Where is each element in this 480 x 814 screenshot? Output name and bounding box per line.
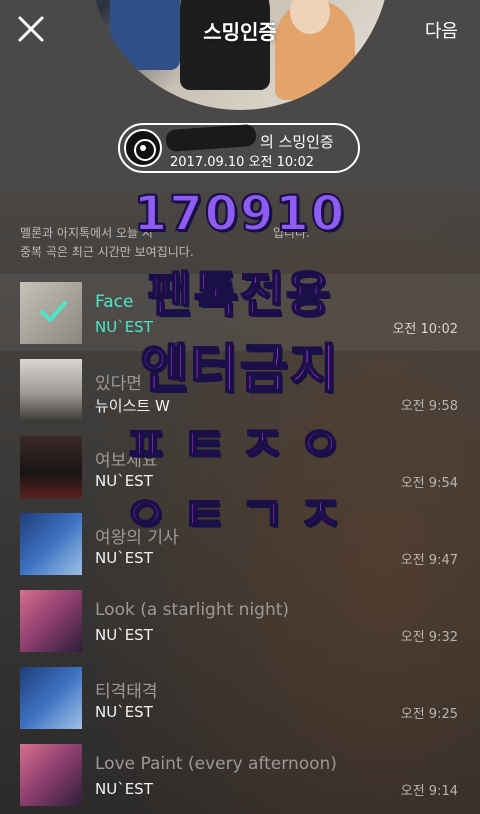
song-artist: NU`EST [95, 780, 153, 798]
album-thumbnail [20, 744, 82, 806]
song-time: 오전 9:32 [400, 630, 458, 645]
overlay-line-2: 팬톡전용 [147, 266, 333, 324]
badge-date: 2017.09.10 오전 10:02 [170, 155, 315, 170]
overlay-line-5: ㅇㅌㄱㅈ [123, 486, 357, 544]
song-artist: NU`EST [95, 549, 153, 567]
badge-title: 의 스밍인증 [260, 133, 334, 151]
album-thumbnail [20, 667, 82, 729]
song-artist: NU`EST [95, 626, 153, 644]
song-row[interactable]: Look (a starlight night) NU`EST 오전 9:32 [0, 582, 480, 659]
song-title: Love Paint (every afternoon) [95, 754, 337, 774]
cover-figure [180, 0, 270, 90]
song-row[interactable]: 티격태격 NU`EST 오전 9:25 [0, 659, 480, 736]
redacted-name [165, 123, 257, 153]
song-time: 오전 9:47 [400, 553, 458, 568]
song-title: 티격태격 [95, 682, 158, 702]
song-time: 오전 9:14 [400, 784, 458, 799]
song-artist: NU`EST [95, 703, 153, 721]
cover-title: 스밍인증 [203, 20, 277, 44]
next-button[interactable]: 다음 [425, 17, 458, 43]
overlay-date: 170910 [133, 185, 347, 243]
album-thumbnail [20, 590, 82, 652]
close-button[interactable] [16, 14, 46, 44]
streaming-icon [124, 129, 162, 167]
streaming-badge: 의 스밍인증 2017.09.10 오전 10:02 [118, 123, 360, 173]
close-icon [18, 16, 44, 42]
song-time: 오전 9:25 [400, 707, 458, 722]
song-row[interactable]: Love Paint (every afternoon) NU`EST 오전 9:1… [0, 736, 480, 813]
overlay-line-4: ㅍㅌㅈㅇ [123, 416, 357, 474]
overlay-line-3: 엔터금지 [139, 339, 340, 401]
song-title: Look (a starlight night) [95, 600, 290, 620]
